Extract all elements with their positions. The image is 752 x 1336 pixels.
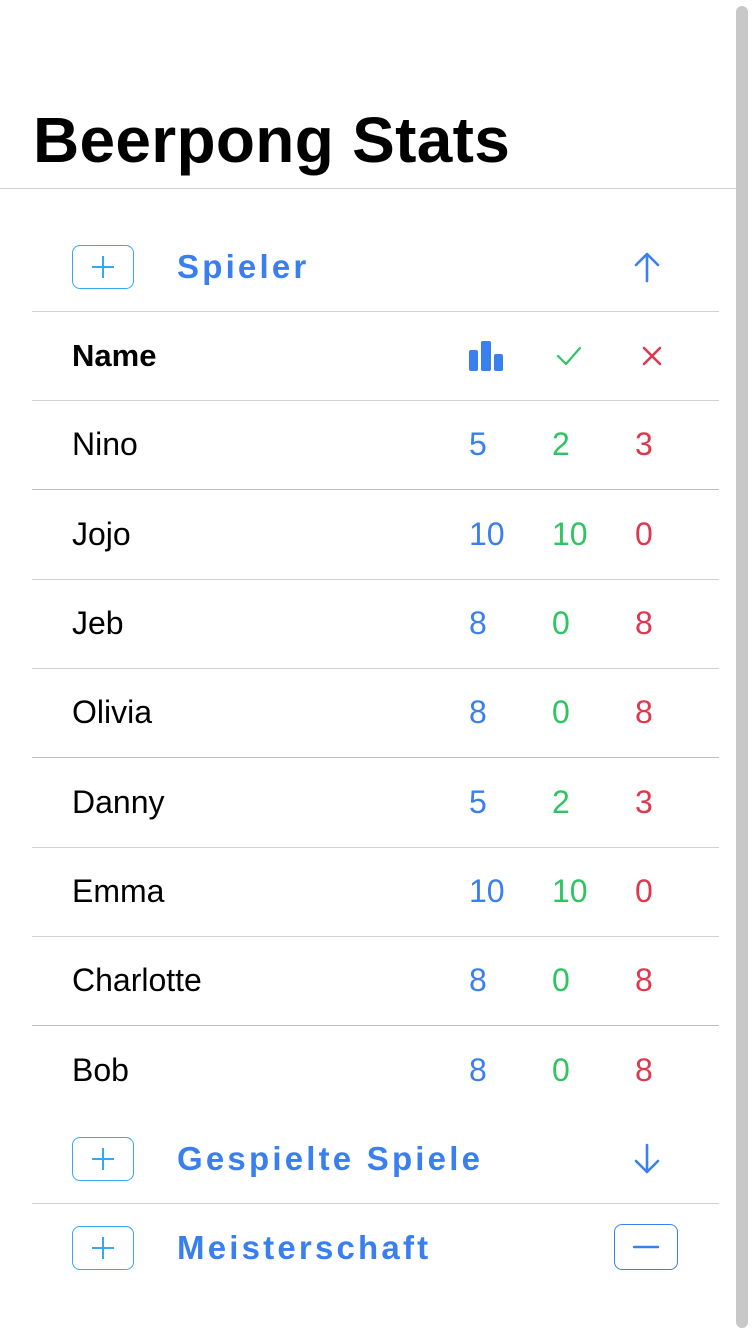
arrow-down-icon bbox=[634, 1143, 660, 1174]
player-total: 8 bbox=[469, 605, 487, 641]
player-total: 8 bbox=[469, 694, 487, 730]
add-championship-button[interactable] bbox=[72, 1226, 134, 1270]
player-losses: 3 bbox=[635, 426, 653, 462]
player-total: 8 bbox=[469, 1052, 487, 1088]
table-row[interactable]: Nino 5 2 3 bbox=[32, 400, 719, 489]
column-header-wins bbox=[556, 311, 582, 400]
player-wins: 0 bbox=[552, 694, 570, 730]
championship-section-header: Meisterschaft bbox=[32, 1203, 719, 1293]
player-name: Jojo bbox=[72, 516, 131, 552]
player-wins: 10 bbox=[552, 516, 588, 552]
add-player-button[interactable] bbox=[72, 245, 134, 289]
player-total: 5 bbox=[469, 426, 487, 462]
table-row[interactable]: Danny 5 2 3 bbox=[32, 758, 719, 847]
player-total: 10 bbox=[469, 873, 505, 909]
player-wins: 2 bbox=[552, 784, 570, 820]
games-expand-button[interactable] bbox=[622, 1142, 672, 1176]
player-name: Danny bbox=[72, 784, 165, 820]
players-collapse-button[interactable] bbox=[622, 250, 672, 284]
player-total: 8 bbox=[469, 962, 487, 998]
table-row[interactable]: Bob 8 0 8 bbox=[32, 1026, 719, 1115]
column-header-total bbox=[469, 311, 503, 400]
player-name: Olivia bbox=[72, 694, 153, 730]
add-game-button[interactable] bbox=[72, 1137, 134, 1181]
players-section-header: Spieler bbox=[32, 222, 719, 312]
bar-chart-icon bbox=[469, 340, 503, 371]
player-losses: 0 bbox=[635, 873, 653, 909]
column-header-losses bbox=[641, 311, 663, 400]
table-row[interactable]: Charlotte 8 0 8 bbox=[32, 936, 719, 1025]
player-wins: 0 bbox=[552, 962, 570, 998]
player-wins: 0 bbox=[552, 605, 570, 641]
player-name: Jeb bbox=[72, 605, 124, 641]
player-losses: 8 bbox=[635, 605, 653, 641]
scrollbar[interactable] bbox=[736, 6, 748, 1328]
player-name: Emma bbox=[72, 873, 165, 909]
player-wins: 0 bbox=[552, 1052, 570, 1088]
table-row[interactable]: Jojo 10 10 0 bbox=[32, 490, 719, 579]
page-title: Beerpong Stats bbox=[33, 104, 511, 176]
player-name: Charlotte bbox=[72, 962, 202, 998]
player-losses: 8 bbox=[635, 962, 653, 998]
player-losses: 0 bbox=[635, 516, 653, 552]
plus-icon bbox=[92, 1148, 114, 1170]
player-wins: 10 bbox=[552, 873, 588, 909]
player-losses: 3 bbox=[635, 784, 653, 820]
championship-remove-button[interactable] bbox=[614, 1224, 678, 1270]
table-row[interactable]: Jeb 8 0 8 bbox=[32, 579, 719, 668]
player-name: Nino bbox=[72, 426, 138, 462]
championship-section-label: Meisterschaft bbox=[177, 1229, 432, 1266]
x-mark-icon bbox=[642, 346, 662, 365]
plus-icon bbox=[92, 256, 114, 278]
title-divider bbox=[0, 188, 736, 189]
player-wins: 2 bbox=[552, 426, 570, 462]
games-section-header: Gespielte Spiele bbox=[32, 1114, 719, 1204]
player-total: 10 bbox=[469, 516, 505, 552]
checkmark-icon bbox=[556, 346, 582, 365]
table-row[interactable]: Emma 10 10 0 bbox=[32, 847, 719, 936]
games-section-label: Gespielte Spiele bbox=[177, 1140, 484, 1177]
arrow-up-icon bbox=[634, 252, 660, 283]
players-section-label: Spieler bbox=[177, 248, 310, 285]
player-name: Bob bbox=[72, 1052, 129, 1088]
plus-icon bbox=[92, 1237, 114, 1259]
player-losses: 8 bbox=[635, 1052, 653, 1088]
table-header: Name bbox=[32, 311, 719, 400]
player-losses: 8 bbox=[635, 694, 653, 730]
column-header-name: Name bbox=[72, 338, 157, 373]
player-total: 5 bbox=[469, 784, 487, 820]
table-row[interactable]: Olivia 8 0 8 bbox=[32, 668, 719, 757]
minus-icon bbox=[632, 1245, 660, 1249]
